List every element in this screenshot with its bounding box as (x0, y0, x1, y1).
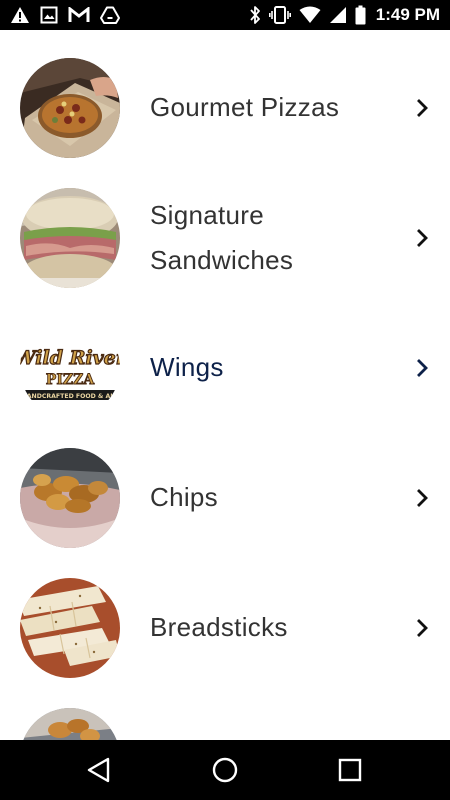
menu-item-gourmet-pizzas[interactable]: Gourmet Pizzas (0, 30, 450, 160)
warning-icon (11, 7, 29, 23)
chevron-right-icon (417, 229, 428, 247)
logo-line1: Wild River (20, 347, 120, 369)
menu-item-label: Signature Sandwiches (150, 200, 294, 275)
chevron-right-icon (417, 489, 428, 507)
logo-line2: PIZZA (46, 372, 96, 388)
menu-item-chips[interactable]: Chips (0, 420, 450, 550)
home-icon[interactable] (205, 750, 245, 790)
menu-item-partial[interactable] (0, 680, 450, 740)
menu-item-label: Gourmet Pizzas (150, 92, 340, 122)
drive-icon (100, 6, 120, 24)
back-icon[interactable] (79, 750, 119, 790)
status-time: 1:49 PM (375, 5, 440, 24)
chevron-right-icon (417, 619, 428, 637)
wifi-icon (299, 6, 321, 23)
menu-item-label: Wings (150, 352, 224, 382)
menu-item-signature-sandwiches[interactable]: Signature Sandwiches (0, 160, 450, 290)
gmail-icon (68, 7, 90, 22)
chips-photo (20, 448, 120, 548)
battery-icon (355, 5, 366, 25)
logo-line3: HANDCRAFTED FOOD & ALE (22, 393, 119, 400)
cell-signal-icon (329, 7, 346, 23)
status-bar: 1:49 PM (0, 0, 450, 30)
chevron-right-icon (417, 359, 428, 377)
bluetooth-icon (250, 6, 260, 24)
menu-category-list[interactable]: Gourmet Pizzas Signature Sandwiches ild … (0, 30, 450, 740)
menu-item-label: Breadsticks (150, 612, 288, 642)
breadsticks-photo (20, 578, 120, 678)
vibrate-icon (268, 6, 291, 24)
app-screen: 1:49 PM Gourmet Pizzas Signature Sandwic… (0, 0, 450, 800)
menu-item-wings[interactable]: Wild River PIZZA HANDCRAFTED FOOD & ALE … (0, 290, 450, 420)
menu-item-label: Chips (150, 482, 218, 512)
status-right-icons: 1:49 PM (249, 5, 440, 25)
status-left-icons (10, 6, 120, 24)
chevron-right-icon (417, 99, 428, 117)
image-icon (40, 6, 58, 24)
recents-icon[interactable] (330, 750, 370, 790)
wild-river-pizza-logo: Wild River PIZZA HANDCRAFTED FOOD & ALE (20, 318, 120, 418)
pizza-photo (20, 58, 120, 158)
system-nav-bar (0, 740, 450, 800)
menu-item-breadsticks[interactable]: Breadsticks (0, 550, 450, 680)
partially-visible-photo (20, 708, 120, 740)
sandwich-photo (20, 188, 120, 288)
